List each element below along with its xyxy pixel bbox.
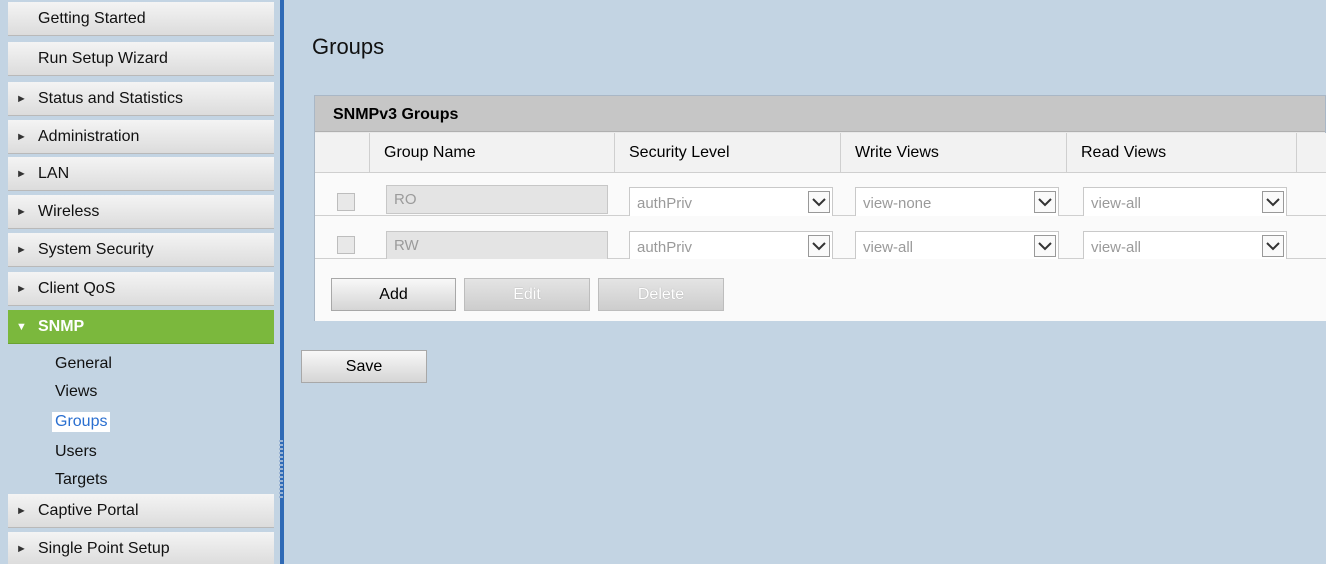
triangle-right-icon: ► <box>16 130 27 143</box>
column-header-label: Security Level <box>629 143 730 161</box>
sidebar-item-run-setup-wizard[interactable]: Run Setup Wizard <box>8 42 274 76</box>
chevron-down-icon <box>1262 235 1284 257</box>
sidebar-item-administration[interactable]: ► Administration <box>8 120 274 154</box>
select-value: authPriv <box>637 195 693 212</box>
sidebar-subitem-users[interactable]: Users <box>52 442 100 462</box>
select-value: view-all <box>1091 239 1142 256</box>
sidebar-item-label: Client QoS <box>38 279 116 297</box>
sidebar-item-label: LAN <box>38 164 70 182</box>
read-views-select[interactable]: view-all <box>1083 187 1287 217</box>
column-header-label: Write Views <box>855 143 939 161</box>
save-button[interactable]: Save <box>301 350 427 383</box>
row-select-checkbox[interactable] <box>337 236 355 254</box>
chevron-down-icon <box>1034 191 1056 213</box>
sidebar-item-lan[interactable]: ► LAN <box>8 157 274 191</box>
sidebar-item-label: SNMP <box>38 317 85 335</box>
select-column-header <box>315 133 370 173</box>
column-header-security-level: Security Level <box>615 133 841 173</box>
security-level-select[interactable]: authPriv <box>629 231 833 261</box>
sidebar-subitem-groups[interactable]: Groups <box>52 412 111 432</box>
resize-grip[interactable] <box>279 440 283 500</box>
write-views-select[interactable]: view-all <box>855 231 1059 261</box>
sidebar-item-label: System Security <box>38 240 154 258</box>
sidebar-item-system-security[interactable]: ► System Security <box>8 233 274 267</box>
chevron-down-icon <box>808 235 830 257</box>
security-level-select[interactable]: authPriv <box>629 187 833 217</box>
snmpv3-groups-panel: SNMPv3 Groups Group Name Security Level … <box>314 95 1326 321</box>
triangle-right-icon: ► <box>16 167 27 180</box>
row-select-checkbox[interactable] <box>337 193 355 211</box>
sidebar-item-label: Administration <box>38 127 140 145</box>
select-value: view-all <box>863 239 914 256</box>
triangle-right-icon: ► <box>16 282 27 295</box>
sidebar-item-label: Single Point Setup <box>38 539 170 557</box>
sidebar-item-single-point-setup[interactable]: ► Single Point Setup <box>8 532 274 564</box>
group-name-field[interactable]: RO <box>386 185 608 214</box>
sidebar-item-getting-started[interactable]: Getting Started <box>8 2 274 36</box>
sidebar-item-client-qos[interactable]: ► Client QoS <box>8 272 274 306</box>
sidebar-item-label: Status and Statistics <box>38 89 183 107</box>
triangle-right-icon: ► <box>16 243 27 256</box>
sidebar-item-label: Getting Started <box>38 9 146 27</box>
column-header-group-name: Group Name <box>370 133 615 173</box>
select-value: authPriv <box>637 239 693 256</box>
triangle-right-icon: ► <box>16 92 27 105</box>
sidebar-item-captive-portal[interactable]: ► Captive Portal <box>8 494 274 528</box>
page-title: Groups <box>312 34 385 59</box>
sidebar-item-label: Captive Portal <box>38 501 139 519</box>
write-views-select[interactable]: view-none <box>855 187 1059 217</box>
triangle-right-icon: ► <box>16 205 27 218</box>
sidebar-subitem-general[interactable]: General <box>52 354 115 374</box>
select-value: view-none <box>863 195 932 212</box>
sidebar-item-snmp[interactable]: ▼ SNMP <box>8 310 274 344</box>
edit-button[interactable]: Edit <box>464 278 590 311</box>
column-header-write-views: Write Views <box>841 133 1067 173</box>
column-header-label: Group Name <box>384 143 476 161</box>
triangle-right-icon: ► <box>16 542 27 555</box>
read-views-select[interactable]: view-all <box>1083 231 1287 261</box>
panel-title: SNMPv3 Groups <box>315 96 1325 132</box>
sidebar-item-label: Wireless <box>38 202 100 220</box>
sidebar-subitem-views[interactable]: Views <box>52 382 100 402</box>
triangle-down-icon: ▼ <box>16 320 27 333</box>
add-button[interactable]: Add <box>331 278 456 311</box>
column-header-extra <box>1297 133 1326 173</box>
select-value: view-all <box>1091 195 1142 212</box>
sidebar-item-label: Run Setup Wizard <box>38 49 168 67</box>
sidebar-item-wireless[interactable]: ► Wireless <box>8 195 274 229</box>
sidebar-nav: Getting Started Run Setup Wizard ► Statu… <box>0 0 280 564</box>
chevron-down-icon <box>1034 235 1056 257</box>
sidebar-item-status-and-statistics[interactable]: ► Status and Statistics <box>8 82 274 116</box>
chevron-down-icon <box>808 191 830 213</box>
column-header-read-views: Read Views <box>1067 133 1297 173</box>
chevron-down-icon <box>1262 191 1284 213</box>
group-name-field[interactable]: RW <box>386 231 608 260</box>
delete-button[interactable]: Delete <box>598 278 724 311</box>
sidebar-subitem-targets[interactable]: Targets <box>52 470 110 490</box>
triangle-right-icon: ► <box>16 504 27 517</box>
column-header-label: Read Views <box>1081 143 1167 161</box>
